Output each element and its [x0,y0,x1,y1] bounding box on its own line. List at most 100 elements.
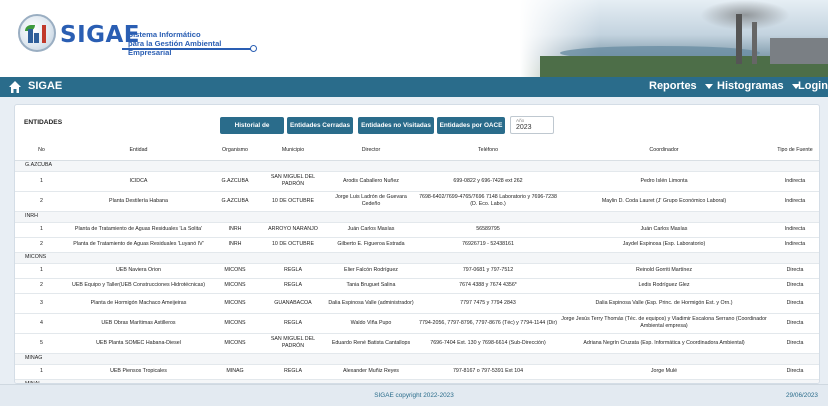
main-navbar: SIGAE Reportes Histogramas Login [0,77,828,97]
table-row[interactable]: 2 UEB Equipo y Taller(UEB Construcciones … [15,278,819,294]
cell-entidad: UEB Naviera Orion [68,263,209,279]
col-header-telefono[interactable]: Teléfono [417,140,559,161]
table-row[interactable]: 2 Planta de Tratamiento de Aguas Residual… [15,237,819,253]
nav-histogramas-dropdown[interactable]: Histogramas [717,80,800,92]
table-group-row: INRH [15,211,819,223]
cell-telefono: 699-0822 y 696-7428 ext 262 [417,171,559,192]
cell-coordinador: Adriana Negrín Cruzata (Esp. Informática… [559,333,769,354]
cell-coordinador: Dalia Espinosa Valle (Esp. Princ. de Hor… [559,293,769,314]
cell-municipio: REGLA [261,263,325,279]
cell-tipo: Directa [769,364,819,380]
cell-telefono: 797-8167 o 797-5391 Ext 104 [417,364,559,380]
nav-reportes-dropdown[interactable]: Reportes [649,80,713,92]
cell-municipio: 10 DE OCTUBRE [261,237,325,253]
cell-organismo: MINAG [209,364,261,380]
cell-organismo: MICONS [209,293,261,314]
cell-tipo: Indirecta [769,171,819,192]
cell-organismo: MICONS [209,263,261,279]
nav-brand-link[interactable]: SIGAE [28,80,62,92]
cell-entidad: UEB Piensos Tropicales [68,364,209,380]
table-row[interactable]: 1 UEB Piensos Tropicales MINAG REGLA Alexand… [15,364,819,380]
cell-no: 5 [15,333,68,354]
cell-no: 1 [15,263,68,279]
cell-entidad: UEB Equipo y Taller(UEB Construcciones H… [68,278,209,294]
cell-director: Elier Falcón Rodríguez [325,263,417,279]
col-header-entidad[interactable]: Entidad [68,140,209,161]
cell-entidad: UEB Planta SOMEC Habana-Diesel [68,333,209,354]
col-header-municipio[interactable]: Municipio [261,140,325,161]
cell-municipio: SAN MIGUEL DEL PADRÓN [261,171,325,192]
cell-director: Arodis Caballero Nuñez [325,171,417,192]
cell-telefono: 7696-7404 Ext. 130 y 7698-6614 (Sub-Dire… [417,333,559,354]
footer-date: 29/06/2023 [786,392,818,399]
page-header: SIGAE Sistema Informático para la Gestió… [0,0,828,77]
group-label: INRH [15,211,819,223]
col-header-coordinador[interactable]: Coordinador [559,140,769,161]
logo-subtitle: Sistema Informático para la Gestión Ambi… [128,30,222,57]
cell-coordinador: Pedro Islén Limonta [559,171,769,192]
cell-director: Eduardo René Batista Cantallops [325,333,417,354]
cell-coordinador: Maylin D. Coda Lauret (J' Grupo Económic… [559,191,769,212]
home-icon[interactable] [8,80,22,94]
cell-organismo: MICONS [209,278,261,294]
cell-tipo: Directa [769,333,819,354]
table-row[interactable]: 3 Planta de Hormigón Machaco Ameijeiras MI… [15,293,819,314]
sigae-logo[interactable]: SIGAE Sistema Informático para la Gestió… [18,14,258,57]
cell-no: 1 [15,364,68,380]
cell-telefono: 7674 4388 y 7674 4356* [417,278,559,294]
cell-tipo: Directa [769,278,819,294]
page-title: ENTIDADES [24,119,63,126]
cell-organismo: MICONS [209,313,261,334]
cell-municipio: ARROYO NARANJO [261,222,325,238]
col-header-organismo[interactable]: Organismo [209,140,261,161]
col-header-director[interactable]: Director [325,140,417,161]
cell-no: 1 [15,222,68,238]
cell-entidad: UEB Obras Marítimas Astilleros [68,313,209,334]
table-row[interactable]: 1 UEB Naviera Orion MICONS REGLA Elier Falcó… [15,263,819,279]
header-banner-image [520,0,828,77]
cell-organismo: G.AZCUBA [209,171,261,192]
col-header-tipo[interactable]: Tipo de Fuente [769,140,819,161]
cell-organismo: INRH [209,237,261,253]
cell-tipo: Directa [769,293,819,314]
cell-director: Jorge Luis Ladrón de Guevara Cedeño [325,191,417,212]
nav-login-link[interactable]: Login [798,80,828,92]
entities-table: No Entidad Organismo Municipio Director … [15,140,819,383]
group-label: G.AZCUBA [15,160,819,172]
year-label: Año [516,118,525,123]
cell-no: 2 [15,237,68,253]
cell-municipio: SAN MIGUEL DEL PADRÓN [261,333,325,354]
cell-municipio: REGLA [261,364,325,380]
cell-entidad: ICIDCA [68,171,209,192]
cell-no: 3 [15,293,68,314]
table-group-row: G.AZCUBA [15,160,819,172]
cell-municipio: REGLA [261,313,325,334]
cell-no: 1 [15,171,68,192]
table-row[interactable]: 1 ICIDCA G.AZCUBA SAN MIGUEL DEL PADRÓN Arod… [15,171,819,192]
entidades-por-oace-button[interactable]: Entidades por OACE [437,117,505,134]
table-row[interactable]: 4 UEB Obras Marítimas Astilleros MICONS REG… [15,313,819,334]
cell-municipio: REGLA [261,278,325,294]
chevron-down-icon [704,83,713,89]
cell-coordinador: Juán Carlos Masías [559,222,769,238]
table-row[interactable]: 1 Planta de Tratamiento de Aguas Residual… [15,222,819,238]
logo-emblem-icon [18,14,56,52]
cell-director: Dalia Espinosa Valle (administrador) [325,293,417,314]
year-field[interactable]: Año 2023 [510,116,554,134]
cell-coordinador: Ledis Rodríguez Glez [559,278,769,294]
cell-no: 2 [15,191,68,212]
table-header-row: No Entidad Organismo Municipio Director … [15,140,819,161]
entidades-no-visitadas-button[interactable]: Entidades no Visitadas [358,117,434,134]
table-row[interactable]: 5 UEB Planta SOMEC Habana-Diesel MICONS SAN… [15,333,819,354]
cell-organismo: INRH [209,222,261,238]
cell-coordinador: Reinold Gorriti Martínez [559,263,769,279]
col-header-no[interactable]: No [15,140,68,161]
cell-tipo: Directa [769,263,819,279]
group-label: MINAG [15,353,819,365]
historial-entidades-button[interactable]: Historial de Entidades [220,117,284,146]
cell-coordinador: Jorge Mulé [559,364,769,380]
cell-telefono: 56589795 [417,222,559,238]
cell-director: Gilberto E. Figueroa Estrada [325,237,417,253]
table-row[interactable]: 2 Planta Destilería Habana G.AZCUBA 10 DE O… [15,191,819,212]
entidades-cerradas-button[interactable]: Entidades Cerradas [287,117,353,134]
